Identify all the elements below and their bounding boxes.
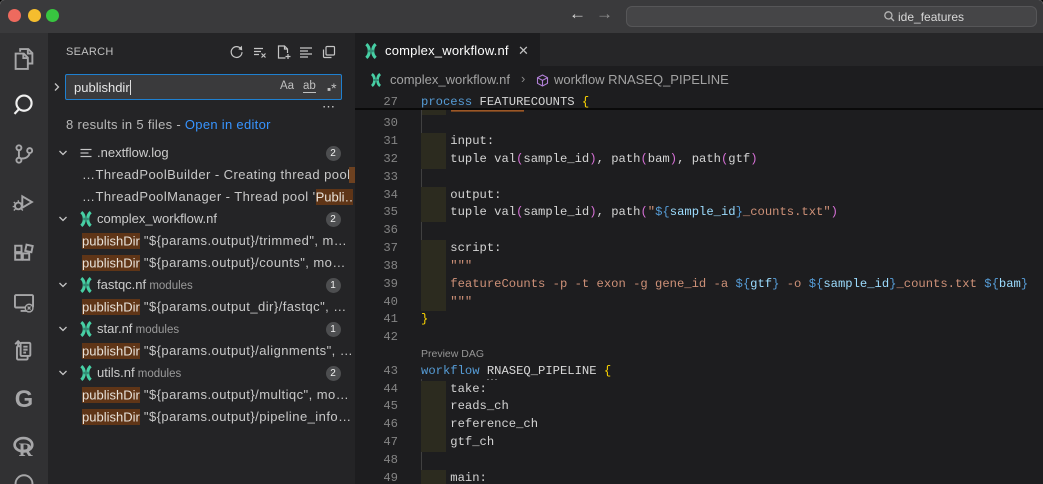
svg-text:R: R xyxy=(19,440,34,461)
svg-text:G: G xyxy=(15,387,33,413)
